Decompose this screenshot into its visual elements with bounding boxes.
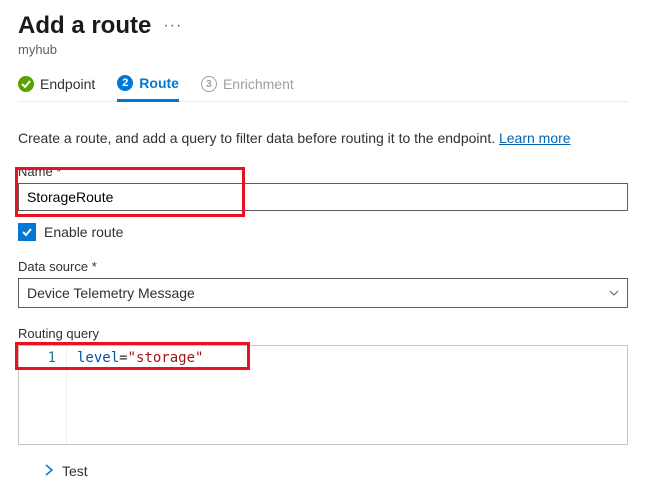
step-number-icon: 2 bbox=[117, 75, 133, 91]
data-source-label: Data source bbox=[18, 259, 628, 274]
step-endpoint[interactable]: Endpoint bbox=[18, 75, 95, 101]
step-number-icon: 3 bbox=[201, 76, 217, 92]
token-op: = bbox=[119, 350, 127, 366]
enable-route-checkbox[interactable] bbox=[18, 223, 36, 241]
name-input[interactable] bbox=[18, 183, 628, 211]
name-label: Name bbox=[18, 164, 628, 179]
token-string: "storage" bbox=[128, 350, 204, 366]
line-number: 1 bbox=[19, 346, 67, 444]
token-attr: level bbox=[77, 350, 119, 366]
check-circle-icon bbox=[18, 76, 34, 92]
page-title: Add a route bbox=[18, 12, 151, 40]
routing-query-editor[interactable]: 1 level="storage" bbox=[18, 345, 628, 445]
step-label: Route bbox=[139, 75, 179, 91]
more-button[interactable]: ··· bbox=[163, 17, 182, 35]
step-label: Enrichment bbox=[223, 76, 294, 92]
select-value: Device Telemetry Message bbox=[27, 285, 195, 301]
step-enrichment[interactable]: 3 Enrichment bbox=[201, 75, 294, 101]
enable-route-label: Enable route bbox=[44, 224, 123, 240]
code-line: level="storage" bbox=[67, 346, 213, 444]
routing-query-label: Routing query bbox=[18, 326, 628, 341]
data-source-select[interactable]: Device Telemetry Message bbox=[18, 278, 628, 308]
description-text: Create a route, and add a query to filte… bbox=[18, 130, 495, 146]
test-toggle[interactable]: Test bbox=[44, 463, 628, 479]
wizard-steps: Endpoint 2 Route 3 Enrichment bbox=[18, 75, 628, 102]
step-route[interactable]: 2 Route bbox=[117, 75, 179, 102]
step-label: Endpoint bbox=[40, 76, 95, 92]
chevron-right-icon bbox=[44, 463, 54, 479]
test-label: Test bbox=[62, 463, 88, 479]
chevron-down-icon bbox=[609, 285, 619, 301]
resource-subtitle: myhub bbox=[18, 42, 628, 57]
learn-more-link[interactable]: Learn more bbox=[499, 130, 571, 146]
